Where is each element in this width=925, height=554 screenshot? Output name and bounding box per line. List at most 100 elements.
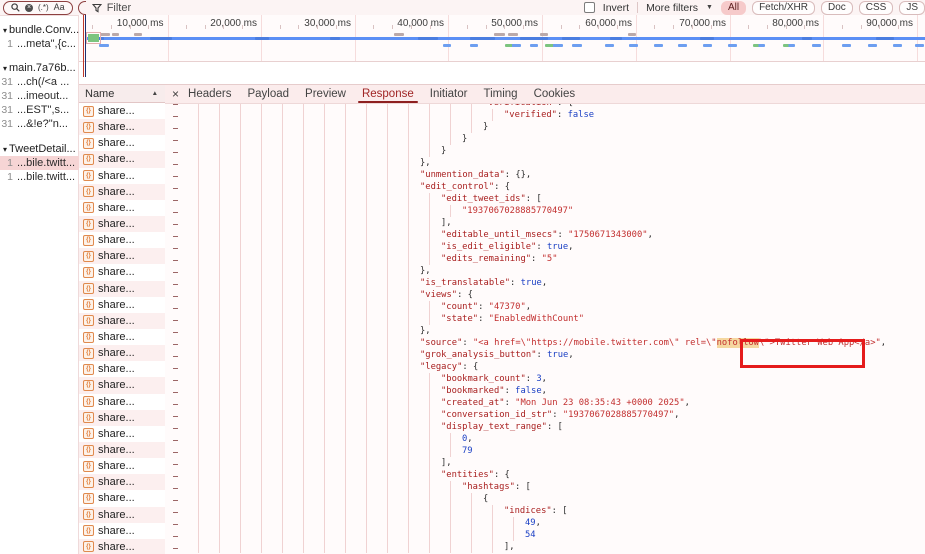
table-row[interactable]: {}share... [79,523,165,539]
table-row[interactable]: {}share... [79,200,165,216]
table-row[interactable]: {}share... [79,297,165,313]
timeline-minor-tick [804,25,805,29]
filter-pill-fetchxhr[interactable]: Fetch/XHR [752,1,815,15]
tab-cookies[interactable]: Cookies [533,85,577,103]
table-row[interactable]: {}share... [79,313,165,329]
indent-guides [189,109,504,121]
search-result-item[interactable]: 31...imeout... [0,89,79,103]
json-file-icon: {} [83,380,94,391]
tab-response[interactable]: Response [361,85,415,103]
json-code-line: "unmention_data": {}, [165,169,531,181]
table-row[interactable]: {}share... [79,345,165,361]
tab-timing[interactable]: Timing [482,85,518,103]
overview-selection-frame [86,32,101,44]
search-group-label: TweetDetail... [9,143,76,155]
table-row[interactable]: {}share... [79,232,165,248]
filter-pill-js[interactable]: JS [899,1,925,15]
json-token: , [568,242,573,252]
overview-request-bar [443,44,451,47]
table-row[interactable]: {}share... [79,184,165,200]
table-row[interactable]: {}share... [79,474,165,490]
response-body-viewer[interactable]: "verification": {"verified": false}}}},"… [165,97,925,554]
json-token: , [526,302,531,312]
filter-input[interactable]: Filter [107,2,131,14]
json-code-line: "legacy": { [165,361,478,373]
indent-guides [189,325,420,337]
invert-label[interactable]: Invert [603,2,629,14]
table-row[interactable]: {}share... [79,426,165,442]
table-row[interactable]: {}share... [79,361,165,377]
timeline-minor-tick [205,25,206,29]
more-filters-button[interactable]: More filters [646,2,698,14]
search-result-item[interactable]: 1...meta",{c... [0,37,79,51]
json-file-icon: {} [83,412,94,423]
chevron-down-icon[interactable]: ▼ [706,4,713,11]
search-group-label: main.7a76b... [9,62,76,74]
search-group-header[interactable]: ▾main.7a76b... [0,61,79,75]
match-text: ...ch(/<a ... [17,76,69,88]
table-row[interactable]: {}share... [79,539,165,554]
invert-checkbox[interactable] [584,2,595,13]
timeline-minor-tick [748,25,749,29]
table-row[interactable]: {}share... [79,264,165,280]
table-row[interactable]: {}share... [79,248,165,264]
filter-pill-css[interactable]: CSS [859,1,894,15]
timeline-minor-tick [598,25,599,29]
json-code-line: 79 [165,445,473,457]
table-row[interactable]: {}share... [79,394,165,410]
tab-headers[interactable]: Headers [187,85,232,103]
table-row[interactable]: {}share... [79,135,165,151]
search-result-item[interactable]: 31...ch(/<a ... [0,75,79,89]
json-code-line: "hashtags": [ [165,481,531,493]
table-row[interactable]: {}share... [79,490,165,506]
timeline-minor-tick [430,25,431,29]
json-token: , [467,434,472,444]
clear-search-icon[interactable]: × [25,4,33,12]
tab-preview[interactable]: Preview [304,85,347,103]
json-token: , [542,278,547,288]
close-icon[interactable]: × [172,88,179,100]
indent-guides [189,445,462,457]
json-token: true [547,350,568,360]
filter-options: Invert More filters ▼ All Fetch/XHR Doc CSS… [584,0,925,15]
table-row[interactable]: {}share... [79,329,165,345]
search-icon [11,3,20,12]
table-row[interactable]: {}share... [79,119,165,135]
filter-pill-doc[interactable]: Doc [821,1,853,15]
table-row[interactable]: {}share... [79,442,165,458]
table-row[interactable]: {}share... [79,151,165,167]
table-row[interactable]: {}share... [79,377,165,393]
table-row[interactable]: {}share... [79,103,165,119]
json-token: : [ [552,506,568,516]
tab-payload[interactable]: Payload [246,85,290,103]
table-row[interactable]: {}share... [79,216,165,232]
overview-request-bar [545,44,563,47]
table-row[interactable]: {}share... [79,168,165,184]
name-column-header[interactable]: Name ▲ [79,85,165,103]
network-overview-timeline[interactable]: 10,000 ms20,000 ms30,000 ms40,000 ms50,0… [79,15,925,62]
indent-guides [189,373,441,385]
search-box[interactable]: × (.*) Aa [3,1,73,15]
search-result-item[interactable]: 31...EST",s... [0,103,79,117]
regex-icon[interactable]: (.*) [38,4,49,12]
search-group-header[interactable]: ▾TweetDetail... [0,142,79,156]
search-group-header[interactable]: ▾bundle.Conv... [0,23,79,37]
filter-pill-all[interactable]: All [721,1,746,15]
search-result-item[interactable]: 31...&!e?"n... [0,117,79,131]
overview-request-bar [753,44,765,47]
search-result-item[interactable]: 1...bile.twitt... [0,170,79,184]
json-token: "count" [441,302,478,312]
table-row[interactable]: {}share... [79,410,165,426]
search-result-item[interactable]: 1...bile.twitt... [0,156,79,170]
table-row[interactable]: {}share... [79,458,165,474]
json-token: , [648,230,653,240]
match-count: 31 [0,104,13,116]
indent-guides [189,277,420,289]
table-row[interactable]: {}share... [79,281,165,297]
overview-line-segment [520,37,548,40]
json-code-line: } [165,133,467,145]
match-case-icon[interactable]: Aa [54,3,65,12]
table-row[interactable]: {}share... [79,507,165,523]
tab-initiator[interactable]: Initiator [429,85,469,103]
request-name: share... [98,509,135,521]
